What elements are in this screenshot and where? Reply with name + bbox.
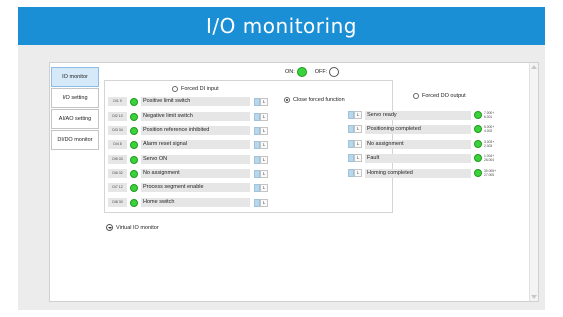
di-force-toggle[interactable]: L: [254, 198, 268, 207]
do-status-led-icon: [474, 125, 482, 133]
di-row: DI7 12 Process segment enable L: [108, 183, 268, 192]
di-force-toggle[interactable]: L: [254, 126, 268, 135]
di-force-toggle[interactable]: L: [254, 169, 268, 178]
di-code: DI8 30: [108, 198, 127, 207]
di-code: DI6 32: [108, 169, 127, 178]
tab-io-monitor[interactable]: IO monitor: [51, 67, 99, 87]
di-function-name: Negative limit switch: [141, 112, 250, 121]
on-off-legend: ON: OFF:: [285, 67, 340, 77]
di-row: DI4 8 Alarm reset signal L: [108, 140, 268, 149]
do-row: L Servo ready 7.000+ 6.001: [348, 110, 501, 120]
do-status-led-icon: [474, 140, 482, 148]
di-force-toggle[interactable]: L: [254, 183, 268, 192]
close-forced-function-option[interactable]: Close forced function: [284, 97, 345, 103]
di-row: DI8 30 Home switch L: [108, 198, 268, 207]
di-force-toggle[interactable]: L: [254, 97, 268, 106]
do-function-name: Positioning completed: [365, 124, 471, 134]
tab-io-setting[interactable]: I/O setting: [51, 88, 99, 108]
close-forced-radio[interactable]: [284, 97, 290, 103]
di-row: DI6 32 No assignment L: [108, 169, 268, 178]
forced-do-label: Forced DO output: [422, 93, 466, 99]
do-function-name: Homing completed: [365, 168, 471, 178]
do-status-led-icon: [474, 111, 482, 119]
di-function-name: Alarm reset signal: [141, 140, 250, 149]
on-label: ON:: [285, 69, 295, 75]
do-status-led-icon: [474, 154, 482, 162]
di-code: DI3 34: [108, 126, 127, 135]
di-function-name: Positive limit switch: [141, 97, 250, 106]
forced-di-input-option[interactable]: Forced DI input: [172, 86, 219, 92]
di-force-toggle[interactable]: L: [254, 140, 268, 149]
do-function-name: No assignment: [365, 139, 471, 149]
do-function-name: Servo ready: [365, 110, 471, 120]
do-force-toggle[interactable]: L: [348, 169, 362, 177]
di-status-led-icon: [130, 169, 138, 178]
di-row: DI2 10 Negative limit switch L: [108, 112, 268, 121]
do-value: 30.005+ 27.005: [484, 168, 497, 178]
di-function-name: No assignment: [141, 169, 250, 178]
di-status-led-icon: [130, 140, 138, 149]
do-row: L No assignment 3.003+ 2.003: [348, 139, 501, 149]
close-forced-label: Close forced function: [293, 97, 345, 103]
do-function-name: Fault: [365, 153, 471, 163]
forced-do-radio[interactable]: [413, 93, 419, 99]
scroll-down-icon[interactable]: [531, 295, 537, 299]
do-value: 7.000+ 6.001: [484, 110, 495, 120]
di-function-name: Servo ON: [141, 155, 250, 164]
forced-di-label: Forced DI input: [181, 86, 219, 92]
do-force-toggle[interactable]: L: [348, 125, 362, 133]
di-code: DI2 10: [108, 112, 127, 121]
off-indicator-icon: [329, 67, 340, 77]
virtual-io-label: Virtual IO monitor: [116, 224, 159, 231]
di-code: DI4 8: [108, 140, 127, 149]
vertical-scrollbar[interactable]: [529, 63, 538, 301]
di-function-name: Position reference inhibited: [141, 126, 250, 135]
di-row: DI5 33 Servo ON L: [108, 155, 268, 164]
di-row: DI3 34 Position reference inhibited L: [108, 126, 268, 135]
di-code: DI7 12: [108, 183, 127, 192]
do-force-toggle[interactable]: L: [348, 140, 362, 148]
scroll-up-icon[interactable]: [531, 65, 537, 69]
app-screen: I/O monitoring IO monitor I/O setting AI…: [0, 0, 563, 317]
di-force-toggle[interactable]: L: [254, 112, 268, 121]
side-tabs: IO monitor I/O setting AI/AO setting DI/…: [51, 67, 99, 151]
chevron-down-icon[interactable]: [106, 224, 113, 231]
do-value: 5.000+ 4.002: [484, 124, 495, 134]
tab-ai-ao-setting[interactable]: AI/AO setting: [51, 109, 99, 129]
do-value: 3.003+ 2.003: [484, 139, 495, 149]
do-value: 1.004+ 26.004: [484, 153, 495, 163]
di-function-name: Home switch: [141, 198, 250, 207]
forced-di-radio[interactable]: [172, 86, 178, 92]
di-status-led-icon: [130, 112, 138, 121]
do-status-led-icon: [474, 169, 482, 177]
do-row: L Fault 1.004+ 26.004: [348, 153, 501, 163]
di-code: DI1 9: [108, 97, 127, 106]
di-row: DI1 9 Positive limit switch L: [108, 97, 268, 106]
do-force-toggle[interactable]: L: [348, 154, 362, 162]
di-force-toggle[interactable]: L: [254, 155, 268, 164]
di-status-led-icon: [130, 155, 138, 164]
do-row: L Positioning completed 5.000+ 4.002: [348, 124, 501, 134]
di-code: DI5 33: [108, 155, 127, 164]
off-label: OFF:: [314, 69, 328, 75]
di-status-led-icon: [130, 183, 138, 192]
forced-do-output-option[interactable]: Forced DO output: [413, 93, 466, 99]
do-row: L Homing completed 30.005+ 27.005: [348, 168, 501, 178]
window-title: I/O monitoring: [206, 14, 357, 38]
title-bar: I/O monitoring: [18, 7, 545, 45]
di-function-name: Process segment enable: [141, 183, 250, 192]
di-status-led-icon: [130, 97, 138, 106]
tab-di-do-monitor[interactable]: DI/DO monitor: [51, 130, 99, 150]
on-indicator-icon: [296, 67, 307, 77]
di-status-led-icon: [130, 198, 138, 207]
virtual-io-monitor-toggle[interactable]: Virtual IO monitor: [106, 224, 159, 231]
di-status-led-icon: [130, 126, 138, 135]
do-force-toggle[interactable]: L: [348, 111, 362, 119]
